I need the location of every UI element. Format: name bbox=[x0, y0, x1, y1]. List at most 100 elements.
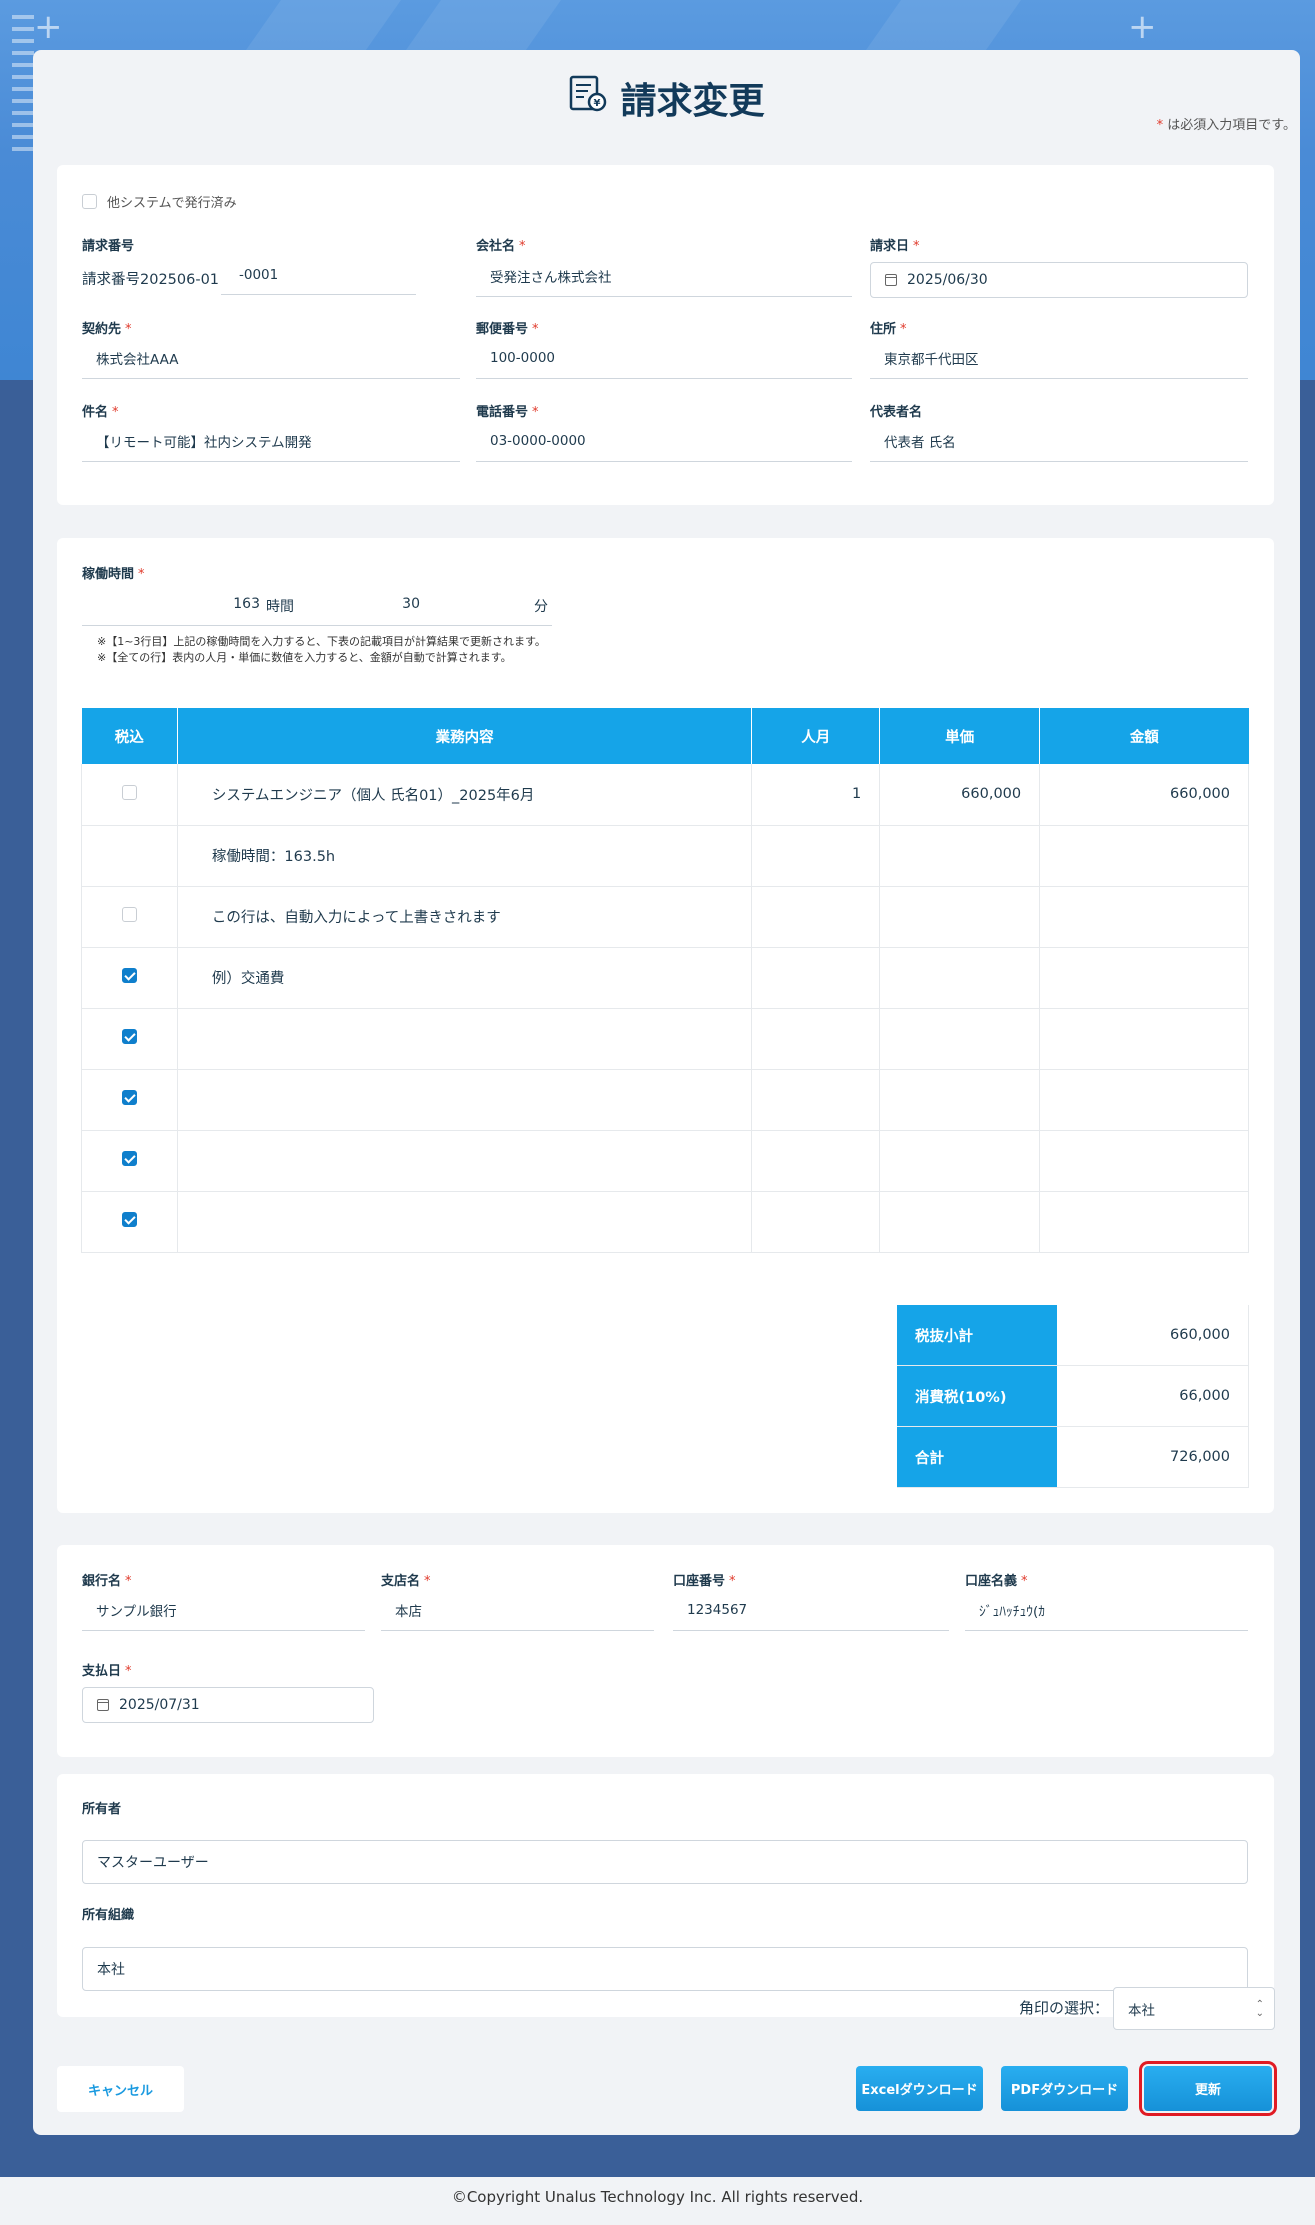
table-row bbox=[81, 1130, 1249, 1192]
quantity-input[interactable] bbox=[751, 1069, 881, 1131]
subtotal-value: 660,000 bbox=[1057, 1305, 1249, 1365]
unit-price-input[interactable] bbox=[879, 825, 1041, 887]
amount-input[interactable] bbox=[1039, 1191, 1249, 1253]
unit-price-input[interactable] bbox=[879, 1191, 1041, 1253]
total-row: 合計 726,000 bbox=[897, 1427, 1249, 1488]
description-input[interactable] bbox=[177, 1008, 753, 1070]
issued-other-checkbox[interactable] bbox=[82, 194, 97, 209]
table-row bbox=[81, 1191, 1249, 1253]
tax-row: 消費税(10%) 66,000 bbox=[897, 1366, 1249, 1427]
quantity-input[interactable] bbox=[751, 1130, 881, 1192]
total-label: 合計 bbox=[897, 1427, 1057, 1487]
account-no-input[interactable]: 1234567 bbox=[673, 1589, 949, 1631]
amount-input[interactable] bbox=[1039, 825, 1249, 887]
tax-included-checkbox[interactable] bbox=[121, 1029, 137, 1044]
hours-unit: 時間 bbox=[266, 599, 294, 615]
col-header-tax: 税込 bbox=[81, 708, 178, 764]
tax-cell bbox=[81, 825, 178, 887]
col-header-price: 単価 bbox=[879, 708, 1041, 764]
owner-input[interactable]: マスターユーザー bbox=[82, 1840, 1248, 1884]
description-input[interactable] bbox=[177, 1130, 753, 1192]
subtotal-row: 税抜小計 660,000 bbox=[897, 1305, 1249, 1366]
amount-input[interactable] bbox=[1039, 1008, 1249, 1070]
tax-included-checkbox[interactable] bbox=[121, 907, 137, 922]
work-hours-label: 稼働時間 * bbox=[82, 567, 145, 582]
contractor-input[interactable]: 株式会社AAA bbox=[82, 337, 460, 379]
tax-cell bbox=[81, 764, 178, 826]
description-input[interactable] bbox=[177, 1191, 753, 1253]
tax-included-checkbox[interactable] bbox=[121, 1090, 137, 1105]
quantity-input[interactable] bbox=[751, 1008, 881, 1070]
cancel-button[interactable]: キャンセル bbox=[57, 2066, 184, 2112]
minutes-unit: 分 bbox=[534, 599, 548, 615]
tax-cell bbox=[81, 886, 178, 948]
tax-included-checkbox[interactable] bbox=[121, 784, 137, 800]
invoice-date-input[interactable]: 2025/06/30 bbox=[870, 262, 1248, 298]
description-input[interactable]: 稼働時間：163.5h bbox=[177, 825, 753, 887]
tax-cell bbox=[81, 947, 178, 1009]
excel-download-button[interactable]: Excelダウンロード bbox=[856, 2066, 983, 2111]
org-input[interactable]: 本社 bbox=[82, 1947, 1248, 1991]
description-input[interactable] bbox=[177, 1069, 753, 1131]
address-input[interactable]: 東京都千代田区 bbox=[870, 337, 1248, 379]
quantity-input[interactable] bbox=[751, 886, 881, 948]
seal-label: 角印の選択： bbox=[1019, 1999, 1110, 2017]
quantity-input[interactable] bbox=[751, 1191, 881, 1253]
seal-select[interactable]: 本社 ⌃ ⌄ bbox=[1113, 1987, 1275, 2030]
hours-input[interactable]: 163 bbox=[222, 596, 260, 612]
company-input[interactable]: 受発注さん株式会社 bbox=[476, 255, 852, 297]
description-input[interactable]: システムエンジニア（個人 氏名01）_2025年6月 bbox=[177, 764, 753, 826]
totals-block: 税抜小計 660,000 消費税(10%) 66,000 合計 726,000 bbox=[897, 1305, 1249, 1488]
quantity-input[interactable]: 1 bbox=[751, 764, 881, 826]
tax-included-checkbox[interactable] bbox=[121, 968, 137, 983]
unit-price-input[interactable] bbox=[879, 947, 1041, 1009]
col-header-qty: 人月 bbox=[751, 708, 881, 764]
unit-price-input[interactable]: 660,000 bbox=[879, 764, 1041, 826]
unit-price-input[interactable] bbox=[879, 1130, 1041, 1192]
items-table: 税込 業務内容 人月 単価 金額 システムエンジニア（個人 氏名01）_2025… bbox=[81, 708, 1249, 1253]
postal-label: 郵便番号 * bbox=[476, 322, 539, 337]
amount-input[interactable]: 660,000 bbox=[1039, 764, 1249, 826]
tax-cell bbox=[81, 1069, 178, 1131]
branch-input[interactable]: 本店 bbox=[381, 1589, 654, 1631]
postal-input[interactable]: 100-0000 bbox=[476, 337, 852, 379]
pay-date-input[interactable]: 2025/07/31 bbox=[82, 1687, 374, 1723]
subtotal-label: 税抜小計 bbox=[897, 1305, 1057, 1365]
table-row bbox=[81, 1069, 1249, 1131]
quantity-input[interactable] bbox=[751, 947, 881, 1009]
update-button[interactable]: 更新 bbox=[1139, 2061, 1277, 2116]
amount-input[interactable] bbox=[1039, 886, 1249, 948]
contractor-label: 契約先 * bbox=[82, 322, 132, 337]
description-input[interactable]: この行は、自動入力によって上書きされます bbox=[177, 886, 753, 948]
bank-input[interactable]: サンプル銀行 bbox=[82, 1589, 365, 1631]
tax-included-checkbox[interactable] bbox=[121, 1151, 137, 1166]
table-row: この行は、自動入力によって上書きされます bbox=[81, 886, 1249, 948]
subject-label: 件名 * bbox=[82, 405, 119, 420]
subject-input[interactable]: 【リモート可能】社内システム開発 bbox=[82, 420, 460, 462]
tax-label: 消費税(10%) bbox=[897, 1366, 1057, 1426]
main-card: ¥ 請求変更 * は必須入力項目です。 他システムで発行済み 請求番号 請求番号… bbox=[33, 50, 1300, 2135]
tax-included-checkbox[interactable] bbox=[121, 1212, 137, 1227]
pdf-download-button[interactable]: PDFダウンロード bbox=[1001, 2066, 1128, 2111]
minutes-input[interactable]: 30 bbox=[382, 596, 420, 612]
description-input[interactable]: 例）交通費 bbox=[177, 947, 753, 1009]
amount-input[interactable] bbox=[1039, 1130, 1249, 1192]
account-name-input[interactable]: ｼﾞｭﾊｯﾁｭｳ(ｶ bbox=[965, 1589, 1248, 1631]
unit-price-input[interactable] bbox=[879, 1069, 1041, 1131]
table-row: 稼働時間：163.5h bbox=[81, 825, 1249, 887]
decor-plus-icon: + bbox=[34, 7, 63, 47]
quantity-input[interactable] bbox=[751, 825, 881, 887]
unit-price-input[interactable] bbox=[879, 1008, 1041, 1070]
work-note: ※【1~3行目】上記の稼働時間を入力すると、下表の記載項目が計算結果で更新されま… bbox=[97, 635, 546, 664]
amount-input[interactable] bbox=[1039, 1069, 1249, 1131]
phone-input[interactable]: 03-0000-0000 bbox=[476, 420, 852, 462]
required-note: * は必須入力項目です。 bbox=[1156, 118, 1296, 133]
unit-price-input[interactable] bbox=[879, 886, 1041, 948]
invoice-icon: ¥ bbox=[568, 74, 608, 123]
issued-other-system[interactable]: 他システムで発行済み bbox=[82, 192, 237, 211]
amount-input[interactable] bbox=[1039, 947, 1249, 1009]
invoice-no-label: 請求番号 bbox=[82, 239, 135, 254]
rep-input[interactable]: 代表者 氏名 bbox=[870, 420, 1248, 462]
invoice-no-suffix-input[interactable]: -0001 bbox=[221, 255, 416, 295]
calendar-icon bbox=[97, 1699, 109, 1711]
